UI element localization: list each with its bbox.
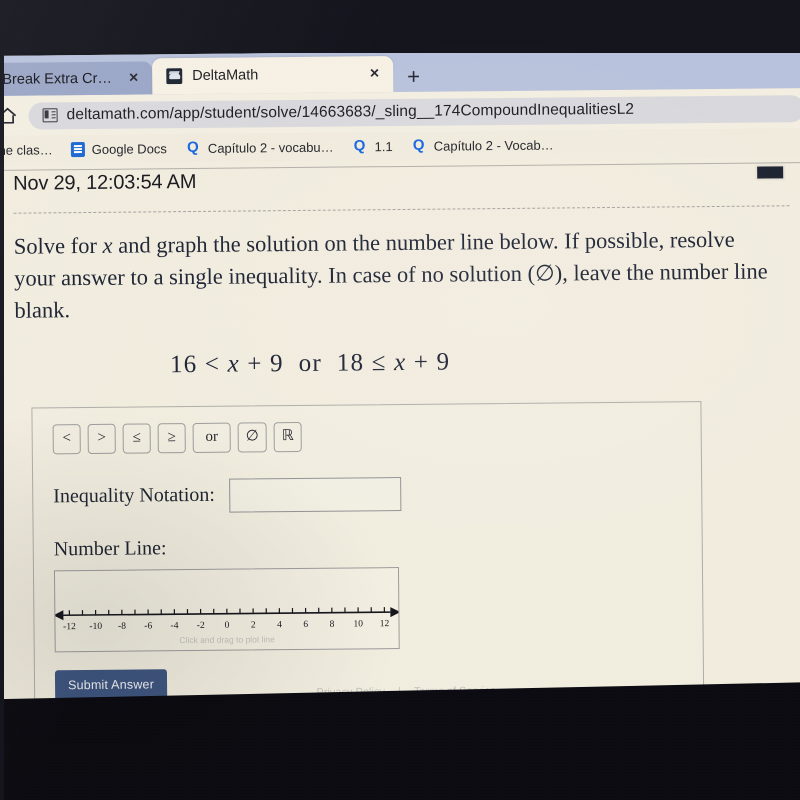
expression-left: 16 < (169, 350, 221, 379)
expression-var-2: x (393, 348, 407, 376)
svg-text:4: 4 (277, 620, 282, 630)
docs-icon (70, 141, 85, 157)
svg-text:6: 6 (303, 620, 308, 630)
quizlet-icon: Q (353, 137, 366, 155)
deltamath-favicon (166, 68, 183, 85)
bookmark-1-1[interactable]: Q 1.1 (352, 137, 393, 155)
screen-bezel-bottom (0, 681, 800, 800)
tab-extra-credit[interactable]: g Break Extra Credit × (0, 61, 153, 97)
close-icon[interactable]: × (368, 65, 381, 82)
tab-left-group: DeltaMath (166, 67, 259, 85)
tab-deltamath[interactable]: DeltaMath × (152, 56, 394, 95)
screen-bezel-top (0, 0, 800, 53)
greater-than-button[interactable]: > (87, 423, 116, 454)
bookmark-capitulo-2-vocabu[interactable]: Q Capítulo 2 - vocabu… (185, 139, 334, 156)
address-bar[interactable]: deltamath.com/app/student/solve/14663683… (28, 94, 800, 130)
symbol-toolbar: < > ≤ ≥ or ∅ ℝ (52, 418, 681, 455)
less-equal-button[interactable]: ≤ (122, 423, 151, 454)
math-expression: 16 < x + 9 or 18 ≤ x + 9 (170, 345, 791, 379)
url-text: deltamath.com/app/student/solve/14663683… (66, 100, 635, 124)
photo-of-laptop-screen: g Break Extra Credit × DeltaMath × + del… (0, 0, 800, 800)
svg-text:-8: -8 (118, 621, 126, 631)
expression-left-rest: + 9 (247, 349, 284, 378)
expression-var-1: x (227, 350, 241, 378)
svg-text:12: 12 (380, 619, 390, 629)
or-button[interactable]: or (192, 422, 231, 453)
less-than-button[interactable]: < (52, 423, 81, 455)
inequality-notation-input[interactable] (228, 476, 402, 513)
answer-panel: < > ≤ ≥ or ∅ ℝ Inequality Notation: Numb… (31, 400, 705, 720)
svg-text:2: 2 (251, 620, 256, 630)
tab-title: g Break Extra Credit (0, 70, 118, 88)
svg-text:-2: -2 (197, 621, 205, 631)
question-variable: x (102, 232, 113, 258)
expression-conjunction: or (298, 349, 323, 377)
browser-window: g Break Extra Credit × DeltaMath × + del… (0, 48, 800, 756)
number-line-canvas[interactable]: -12 -10 -8 -6 -4 -2 0 2 4 6 8 10 12 Click and drag t… (53, 566, 400, 653)
close-icon[interactable]: × (127, 69, 140, 86)
new-tab-button[interactable]: + (393, 64, 434, 92)
svg-text:0: 0 (225, 620, 230, 630)
bookmark-label: Capítulo 2 - Vocab… (433, 137, 554, 154)
screen-bezel-left (0, 0, 4, 800)
empty-set-button[interactable]: ∅ (237, 422, 267, 453)
question-text-part1: Solve for (13, 232, 103, 259)
svg-text:-6: -6 (144, 621, 152, 631)
svg-text:10: 10 (353, 619, 363, 629)
expression-right: 18 ≤ (336, 348, 387, 377)
bookmark-label: 1.1 (374, 138, 393, 154)
number-line-label: Number Line: (53, 537, 167, 561)
greater-equal-button[interactable]: ≥ (157, 422, 186, 454)
expression-right-rest: + 9 (413, 348, 451, 376)
tab-title: DeltaMath (192, 67, 259, 84)
collapse-button[interactable] (755, 164, 786, 181)
tab-strip: g Break Extra Credit × DeltaMath × + (0, 48, 800, 97)
site-info-icon[interactable] (42, 108, 58, 123)
inequality-notation-label: Inequality Notation: (53, 484, 215, 508)
bookmark-the-class[interactable]: the clas… (0, 142, 53, 158)
svg-text:-4: -4 (170, 621, 178, 631)
quizlet-icon: Q (186, 138, 199, 157)
svg-text:8: 8 (330, 619, 335, 629)
bookmark-google-docs[interactable]: Google Docs (70, 140, 167, 157)
real-numbers-button[interactable]: ℝ (273, 421, 302, 453)
bookmark-capitulo-2-vocab[interactable]: Q Capítulo 2 - Vocab… (411, 137, 554, 154)
dashed-divider (13, 205, 790, 214)
deltamath-page: Nov 29, 12:03:54 AM Solve for x and grap… (0, 156, 800, 724)
quizlet-icon: Q (412, 136, 425, 154)
svg-text:-12: -12 (63, 622, 76, 632)
bookmark-label: Capítulo 2 - vocabu… (207, 139, 334, 156)
question-text-line2: answer to a single inequality. In case o… (14, 258, 768, 323)
timestamp: Nov 29, 12:03:54 AM (13, 170, 197, 195)
svg-text:-10: -10 (89, 622, 102, 632)
bookmark-label: the clas… (0, 141, 53, 158)
bookmark-label: Google Docs (91, 140, 167, 157)
inequality-notation-row: Inequality Notation: (53, 474, 681, 514)
question-text: Solve for x and graph the solution on th… (14, 223, 775, 326)
